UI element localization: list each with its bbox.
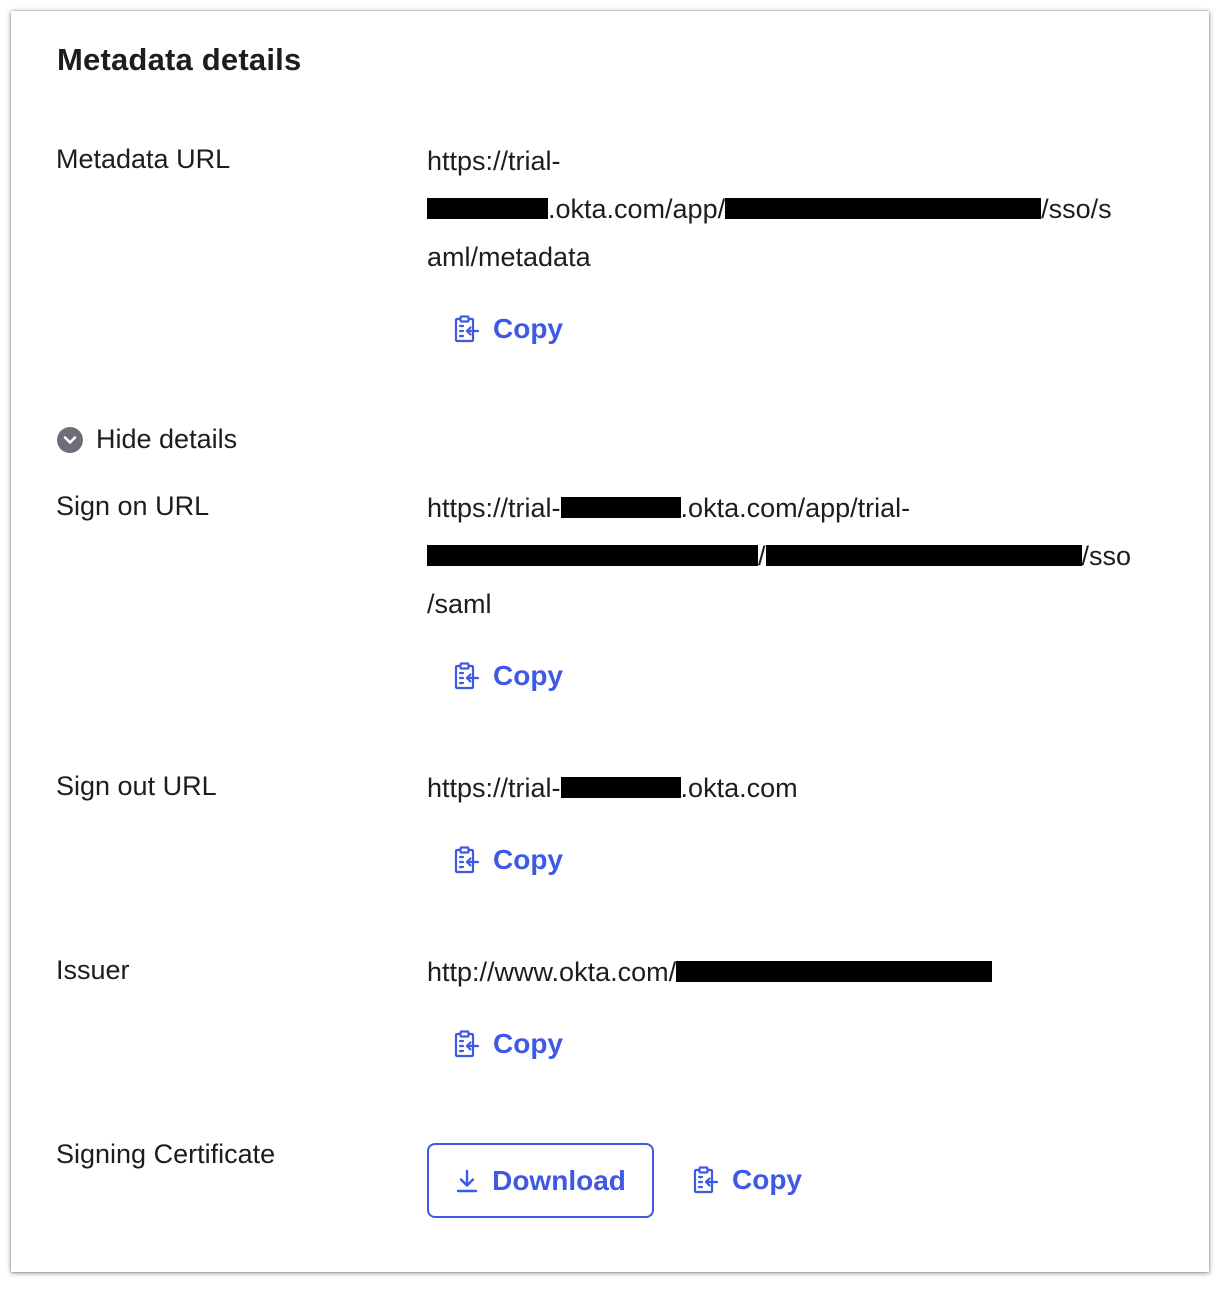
sign-out-url-label: Sign out URL — [56, 771, 217, 801]
sign-on-url-line3: /saml — [427, 589, 492, 619]
clipboard-copy-icon — [693, 1166, 719, 1194]
metadata-url-value: https://trial- .okta.com/app/ /sso/s aml/… — [427, 137, 1112, 281]
copy-sign-on-url-button[interactable]: Copy — [454, 660, 563, 692]
metadata-url-line1: https://trial- — [427, 146, 561, 176]
copy-metadata-url-button[interactable]: Copy — [454, 313, 563, 345]
clipboard-copy-icon — [454, 662, 480, 690]
copy-sign-out-url-button[interactable]: Copy — [454, 844, 563, 876]
sign-out-url-line1a: https://trial- — [427, 773, 561, 803]
download-icon — [455, 1168, 479, 1194]
sign-on-url-line1a: https://trial- — [427, 493, 561, 523]
sign-on-url-value: https://trial- .okta.com/app/trial- / /sso… — [427, 484, 1131, 628]
redacted-block — [560, 497, 681, 519]
metadata-details-panel: Metadata details Metadata URL https://tr… — [11, 11, 1209, 1272]
sign-on-url-line1b: .okta.com/app/trial- — [680, 493, 911, 523]
metadata-url-label: Metadata URL — [56, 144, 231, 174]
redacted-block — [427, 198, 548, 220]
copy-label: Copy — [493, 313, 563, 344]
metadata-url-line2a: .okta.com/app/ — [548, 194, 726, 224]
redacted-block — [676, 961, 993, 983]
redacted-block — [725, 198, 1042, 220]
redacted-block — [427, 545, 758, 567]
metadata-url-line2b: /sso/s — [1041, 194, 1112, 224]
clipboard-copy-icon — [454, 315, 480, 343]
sign-on-url-line2b: /sso — [1081, 541, 1132, 571]
copy-label: Copy — [732, 1164, 802, 1195]
redacted-block — [765, 545, 1082, 567]
hide-details-label: Hide details — [96, 424, 238, 454]
clipboard-copy-icon — [454, 846, 480, 874]
sign-on-url-label: Sign on URL — [56, 491, 210, 521]
sign-out-url-line1b: .okta.com — [680, 773, 798, 803]
metadata-url-line3: aml/metadata — [427, 242, 591, 272]
sign-out-url-value: https://trial- .okta.com — [427, 764, 798, 812]
issuer-label: Issuer — [56, 955, 130, 985]
copy-certificate-button[interactable]: Copy — [693, 1164, 802, 1196]
copy-label: Copy — [493, 844, 563, 875]
issuer-value: http://www.okta.com/ — [427, 948, 993, 996]
chevron-down-circle-icon — [57, 426, 83, 453]
copy-label: Copy — [493, 660, 563, 691]
issuer-line1a: http://www.okta.com/ — [427, 957, 677, 987]
redacted-block — [560, 777, 681, 799]
clipboard-copy-icon — [454, 1030, 480, 1058]
download-label: Download — [492, 1164, 626, 1196]
copy-issuer-button[interactable]: Copy — [454, 1028, 563, 1060]
section-title: Metadata details — [57, 42, 302, 77]
signing-certificate-label: Signing Certificate — [56, 1139, 276, 1169]
copy-label: Copy — [493, 1028, 563, 1059]
sign-on-url-line2a: / — [758, 541, 766, 571]
hide-details-toggle[interactable]: Hide details — [57, 424, 237, 455]
download-certificate-button[interactable]: Download — [427, 1143, 654, 1218]
